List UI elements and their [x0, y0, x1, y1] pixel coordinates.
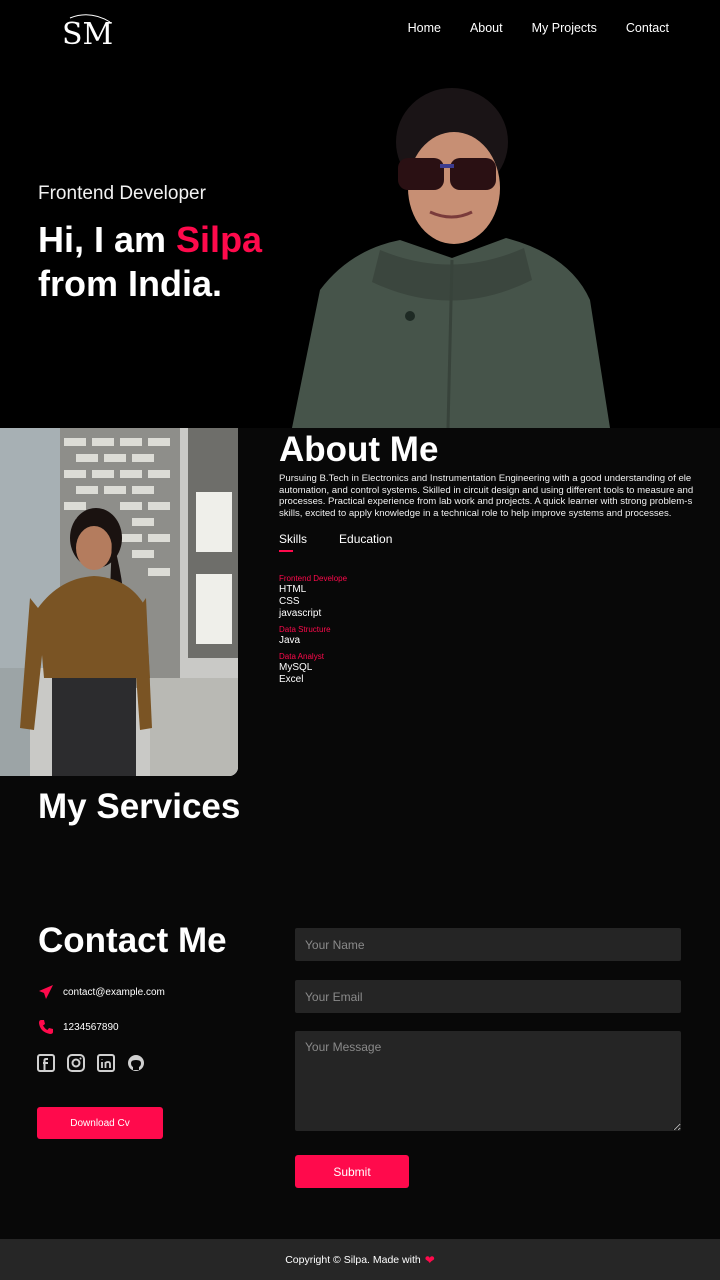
email-field[interactable] [295, 980, 681, 1013]
nav-contact-link[interactable]: Contact [626, 20, 669, 36]
about-line: skills, excited to apply knowledge in a … [279, 507, 672, 519]
tab-education[interactable]: Education [339, 532, 392, 550]
services-title: My Services [38, 787, 241, 826]
about-tabs: Skills Education [279, 532, 392, 552]
skill-category-heading: Frontend Develope [279, 574, 348, 583]
skill-category-heading: Data Structure [279, 625, 331, 634]
hero-greeting: Hi, I am [38, 219, 177, 260]
contact-title: Contact Me [38, 921, 227, 960]
skills-list: Frontend Develope HTML CSS javascript Da… [279, 573, 347, 686]
contact-email[interactable]: contact@example.com [63, 987, 165, 998]
name-field[interactable] [295, 928, 681, 961]
paper-plane-icon [39, 985, 53, 999]
about-photo [0, 428, 238, 776]
skill-item: CSS [279, 596, 300, 607]
social-links [37, 1054, 145, 1072]
skill-item: HTML [279, 584, 307, 595]
download-cv-button[interactable]: Download Cv [37, 1107, 163, 1139]
facebook-icon[interactable] [37, 1054, 55, 1072]
logo[interactable]: SM [60, 8, 120, 56]
footer: Copyright © Silpa. Made with ❤ [0, 1239, 720, 1280]
phone-icon [39, 1020, 53, 1034]
nav-about-link[interactable]: About [470, 20, 503, 36]
about-photo-image [0, 428, 238, 776]
hero-location: from India. [38, 263, 223, 304]
about-line: Pursuing B.Tech in Electronics and Instr… [279, 473, 692, 484]
contact-phone-row: 1234567890 [38, 1019, 119, 1035]
instagram-icon[interactable] [67, 1054, 85, 1072]
heart-icon: ❤ [424, 1252, 435, 1267]
skill-item: Excel [279, 674, 304, 685]
github-icon[interactable] [127, 1054, 145, 1072]
skill-item: Java [279, 635, 301, 646]
submit-button[interactable]: Submit [295, 1155, 409, 1188]
skill-item: MySQL [279, 662, 313, 673]
skill-category-heading: Data Analyst [279, 652, 324, 661]
tab-skills[interactable]: Skills [279, 532, 307, 552]
hero-portrait [292, 88, 610, 428]
nav-projects-link[interactable]: My Projects [532, 20, 597, 36]
skill-item: javascript [279, 608, 322, 619]
contact-phone[interactable]: 1234567890 [63, 1022, 119, 1033]
footer-copyright: Copyright © Silpa. Made with [285, 1253, 421, 1266]
hero-title: Hi, I am Silpa from India. [38, 218, 262, 306]
about-description: Pursuing B.Tech in Electronics and Instr… [279, 473, 720, 521]
main-nav: Home About My Projects Contact [408, 20, 669, 36]
linkedin-icon[interactable] [97, 1054, 115, 1072]
message-field[interactable] [295, 1031, 681, 1131]
nav-home-link[interactable]: Home [408, 20, 441, 36]
hero-subtitle: Frontend Developer [38, 183, 206, 204]
hero-name: Silpa [176, 219, 263, 260]
svg-text:SM: SM [62, 17, 113, 52]
about-line: automation, and control systems. Skilled… [279, 484, 694, 496]
about-title: About Me [279, 430, 439, 469]
contact-email-row: contact@example.com [38, 984, 165, 1000]
about-line: processes. Practical experience from lab… [279, 496, 693, 507]
hero-section: SM Home About My Projects Contact Fronte… [0, 0, 720, 428]
